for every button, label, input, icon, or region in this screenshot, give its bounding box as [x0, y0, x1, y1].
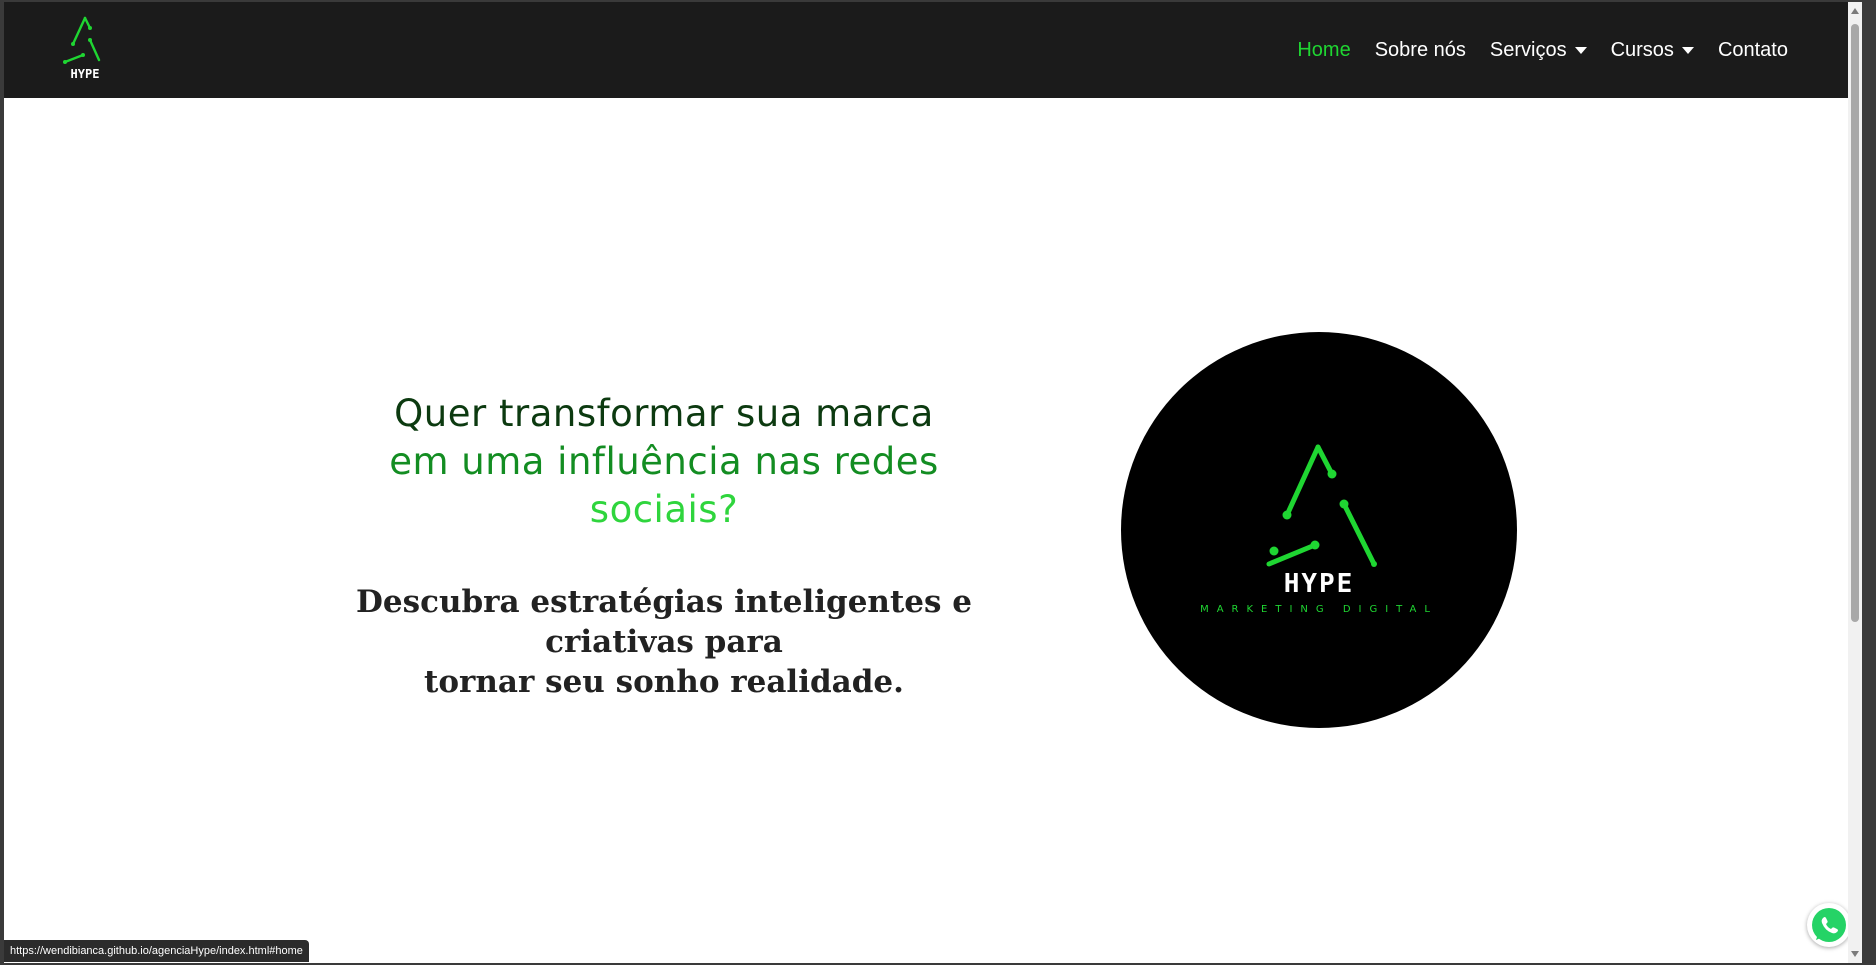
nav-home-link[interactable]: Home	[1285, 39, 1362, 62]
nav-contact-label: Contato	[1717, 38, 1788, 61]
nav-services-label: Serviços	[1489, 38, 1567, 61]
hero-title-line-1: Quer transformar sua marca	[394, 392, 934, 435]
navbar: HYPE Home Sobre nós Serviços Cursos Cont…	[4, 2, 1862, 98]
scroll-up-arrow[interactable]	[1851, 8, 1859, 14]
hero-subtitle-line-1: Descubra estratégias inteligentes e cria…	[356, 584, 972, 660]
nav-courses-label: Cursos	[1610, 38, 1674, 61]
scroll-thumb[interactable]	[1851, 24, 1859, 622]
whatsapp-icon	[1812, 908, 1846, 942]
brand-logo-tagline: MARKETING DIGITAL	[1200, 604, 1438, 615]
status-bar-url: https://wendibianca.github.io/agenciaHyp…	[4, 940, 309, 962]
nav-menu: Home Sobre nós Serviços Cursos Contato	[1285, 2, 1800, 98]
whatsapp-button[interactable]	[1807, 903, 1851, 947]
brand-logo-name: HYPE	[1284, 569, 1355, 599]
hero-subtitle-line-2: tornar seu sonho realidade.	[424, 664, 904, 700]
hero-title: Quer transformar sua marca em uma influê…	[284, 390, 1044, 534]
nav-home-label: Home	[1297, 38, 1351, 61]
nav-about-label: Sobre nós	[1374, 38, 1466, 61]
nav-services-dropdown[interactable]: Serviços	[1478, 39, 1599, 62]
page-scrollbar[interactable]	[1848, 2, 1862, 963]
scroll-down-arrow[interactable]	[1851, 951, 1859, 957]
hero-subtitle: Descubra estratégias inteligentes e cria…	[284, 582, 1044, 702]
hype-brand-mark-icon: HYPE MARKETING DIGITAL	[1200, 444, 1438, 615]
nav-contact-link[interactable]: Contato	[1706, 39, 1800, 62]
hero-title-line-2: em uma influência nas redes	[389, 440, 939, 483]
hype-logo-icon[interactable]: HYPE	[59, 14, 119, 88]
nav-about-link[interactable]: Sobre nós	[1363, 39, 1478, 62]
caret-down-icon	[1681, 46, 1694, 54]
hero-title-line-3: sociais?	[589, 488, 739, 531]
logo-wordmark: HYPE	[71, 67, 100, 81]
nav-courses-dropdown[interactable]: Cursos	[1599, 39, 1706, 62]
browser-viewport: HYPE Home Sobre nós Serviços Cursos Cont…	[4, 2, 1862, 963]
caret-down-icon	[1574, 46, 1587, 54]
brand-logo-image: HYPE MARKETING DIGITAL	[1121, 332, 1517, 728]
